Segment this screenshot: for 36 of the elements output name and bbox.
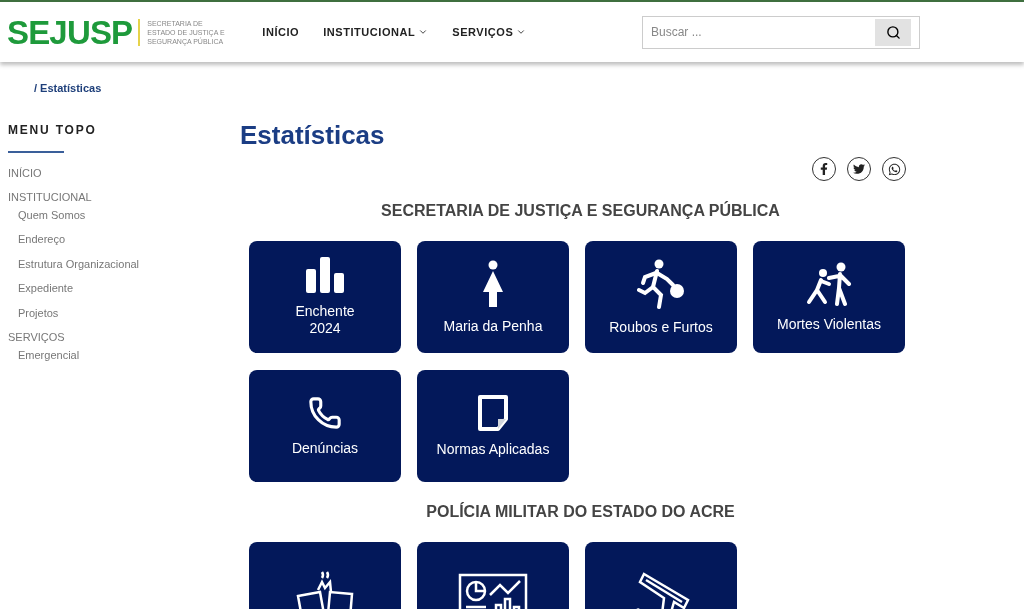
statistics-card[interactable]: Denúncias xyxy=(249,370,401,482)
chevron-down-icon xyxy=(516,27,527,37)
statistics-card[interactable]: Maria da Penha xyxy=(417,241,569,353)
sidebar-sublink[interactable]: Endereço xyxy=(18,231,240,248)
page-title: Estatísticas xyxy=(240,122,386,148)
chevron-down-icon xyxy=(418,27,429,37)
statistics-card[interactable]: Normas Aplicadas xyxy=(417,370,569,482)
sidebar-sublink[interactable]: Expediente xyxy=(18,280,240,297)
site-logo[interactable]: SEJUSP xyxy=(7,15,133,49)
sidebar-sublink[interactable]: Estrutura Organizacional xyxy=(18,255,240,272)
search-button[interactable] xyxy=(875,18,911,46)
sidebar-sublink[interactable]: Emergencial xyxy=(18,346,240,363)
search-input[interactable]: Buscar ... xyxy=(651,23,875,41)
breadcrumb[interactable]: / Estatísticas xyxy=(34,80,240,97)
sidebar-sublink[interactable]: Projetos xyxy=(18,304,240,321)
search-field[interactable]: Buscar ... xyxy=(642,15,920,49)
nav-link[interactable]: SERVIÇOS xyxy=(452,23,527,41)
document-icon xyxy=(477,394,509,431)
nav-link[interactable]: INSTITUCIONAL xyxy=(323,23,429,41)
statistics-card[interactable]: Enchente 2024 xyxy=(249,241,401,353)
phone-icon xyxy=(308,395,342,430)
statistics-card[interactable]: Roubos e Furtos xyxy=(585,241,737,353)
sidebar-link[interactable]: SERVIÇOS xyxy=(8,329,240,346)
sidebar-sublink[interactable]: Quem Somos xyxy=(18,206,240,223)
search-icon xyxy=(885,24,901,40)
sidebar-title: MENU TOPO xyxy=(8,121,98,139)
statistics-card[interactable]: Mortes Violentas xyxy=(753,241,905,353)
woman-icon xyxy=(481,259,505,308)
two-people-fighting-icon xyxy=(805,261,853,306)
bar-chart-icon xyxy=(305,257,345,293)
sidebar-link[interactable]: INÍCIO xyxy=(8,164,240,181)
section-heading: SECRETARIA DE JUSTIÇA E SEGURANÇA PÚBLICA xyxy=(380,200,781,221)
chart-monitor-icon xyxy=(458,573,528,609)
sidebar-link[interactable]: INSTITUCIONAL xyxy=(8,189,240,206)
section-heading: POLÍCIA MILITAR DO ESTADO DO ACRE xyxy=(425,501,736,522)
nav-link[interactable]: INÍCIO xyxy=(262,23,300,41)
